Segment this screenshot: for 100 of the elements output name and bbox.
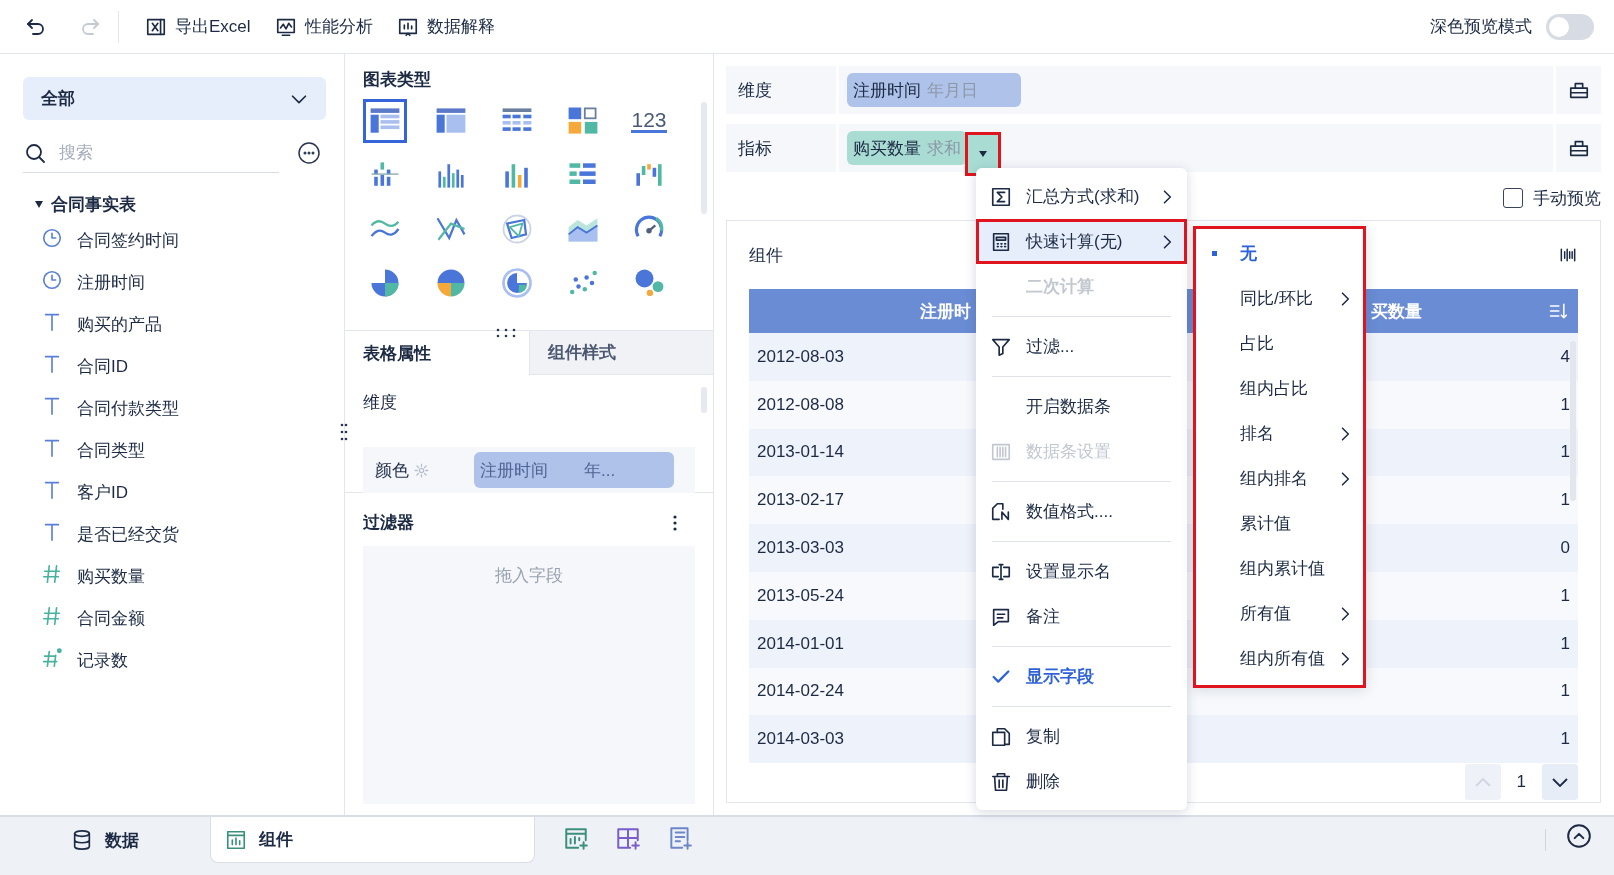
- caret-down-icon: [978, 151, 988, 157]
- number-format-icon: [990, 500, 1012, 523]
- hash-star-icon: [41, 646, 63, 669]
- chart-type-button[interactable]: 123: [627, 99, 671, 143]
- table-cell: 1: [1560, 490, 1570, 511]
- chevron-up-icon: [1474, 777, 1491, 787]
- collapse-button[interactable]: [1566, 823, 1592, 849]
- field-item[interactable]: 合同类型: [77, 438, 145, 462]
- field-item[interactable]: 注册时间: [77, 270, 145, 294]
- field-pill[interactable]: 购买数量 求和: [847, 131, 967, 165]
- dark-preview-label: 深色预览模式: [1430, 16, 1532, 38]
- table-cell: 1: [1560, 633, 1570, 654]
- checkbox[interactable]: [1503, 188, 1523, 208]
- table-cell: 2013-02-17: [757, 490, 844, 511]
- copy-icon: [990, 725, 1012, 748]
- table-cell: 1: [1560, 394, 1570, 415]
- shelf-label: 维度: [738, 79, 772, 102]
- table-name[interactable]: 合同事实表: [51, 192, 136, 216]
- menu-item[interactable]: 开启数据条: [976, 384, 1187, 429]
- card-title: 组件: [749, 244, 783, 267]
- toolbar-button[interactable]: 导出Excel: [133, 8, 263, 45]
- field-item[interactable]: 合同付款类型: [77, 396, 179, 420]
- bottom-tab[interactable]: 数据: [0, 817, 210, 863]
- field-item[interactable]: 记录数: [77, 648, 128, 672]
- table-cell: 4: [1560, 346, 1570, 367]
- tab[interactable]: 组件样式: [528, 331, 713, 375]
- table-cell: 2014-02-24: [757, 681, 844, 702]
- bar-chart-icon: [225, 828, 247, 851]
- field-item[interactable]: 客户ID: [77, 480, 128, 504]
- toolbar-button[interactable]: 性能分析: [262, 8, 385, 45]
- chevron-up-circle-icon: [1566, 823, 1592, 849]
- table-cell: 0: [1560, 538, 1570, 559]
- menu-item[interactable]: 所有值: [1196, 591, 1363, 636]
- more-button[interactable]: [297, 141, 321, 165]
- table-cell: 2012-08-08: [757, 394, 844, 415]
- table-cell: 2013-03-03: [757, 538, 844, 559]
- menu-item[interactable]: 复制: [976, 714, 1187, 759]
- table-cell: 2014-01-01: [757, 633, 844, 654]
- toolbar-button[interactable]: 数据解释: [384, 8, 507, 45]
- page-number: 1: [1516, 772, 1526, 793]
- checkbox-label: 手动预览: [1533, 187, 1601, 210]
- field-item[interactable]: 合同ID: [77, 354, 128, 378]
- section-label: 维度: [363, 392, 398, 414]
- bottom-tab[interactable]: 组件: [210, 817, 535, 863]
- clock-icon: [41, 268, 63, 291]
- drag-handle-icon[interactable]: [340, 422, 348, 442]
- chart-type-button[interactable]: [363, 99, 407, 143]
- toggle-switch[interactable]: [1546, 13, 1594, 40]
- table-cell: 2012-08-03: [757, 346, 844, 367]
- field-item[interactable]: 合同金额: [77, 606, 145, 630]
- scrollbar[interactable]: [701, 102, 707, 214]
- section-title: 图表类型: [363, 69, 432, 91]
- expand-triangle-icon[interactable]: [35, 200, 43, 208]
- clock-icon: [41, 226, 63, 249]
- add-report-button[interactable]: [667, 825, 693, 851]
- add-layout-button[interactable]: [615, 825, 641, 851]
- menu-item[interactable]: 组内累计值: [1196, 546, 1363, 591]
- menu-item[interactable]: 删除: [976, 759, 1187, 804]
- sigma-icon: [990, 185, 1012, 208]
- hash-icon: [41, 562, 63, 585]
- search-field[interactable]: 搜索: [23, 133, 279, 173]
- scope-dropdown[interactable]: 全部: [23, 77, 326, 120]
- menu-item[interactable]: 组内占比: [1196, 366, 1363, 411]
- chevron-down-icon: [1552, 777, 1568, 787]
- menu-item[interactable]: 累计值: [1196, 501, 1363, 546]
- chart-plus-icon: [563, 825, 589, 851]
- sort-icon: [1548, 301, 1568, 321]
- menu-item[interactable]: 备注: [976, 594, 1187, 639]
- page-down-button[interactable]: [1542, 764, 1578, 801]
- table-cell: 2013-01-14: [757, 442, 844, 463]
- field-item[interactable]: 购买数量: [77, 564, 145, 588]
- field-item[interactable]: 购买的产品: [77, 312, 162, 336]
- menu-item[interactable]: 无: [1196, 231, 1363, 276]
- menu-item[interactable]: 数值格式....: [976, 489, 1187, 534]
- trash-icon: [990, 770, 1012, 793]
- scrollbar[interactable]: [701, 387, 707, 413]
- menu-item[interactable]: 组内排名: [1196, 456, 1363, 501]
- more-vertical-icon[interactable]: [673, 514, 677, 531]
- menu-item[interactable]: 设置显示名: [976, 549, 1187, 594]
- menu-item[interactable]: 汇总方式(求和): [976, 174, 1187, 219]
- grid-plus-icon: [615, 825, 641, 851]
- menu-item[interactable]: 显示字段: [976, 654, 1187, 699]
- table-cell: 2013-05-24: [757, 585, 844, 606]
- section-title: 过滤器: [363, 512, 414, 534]
- table-cell: 1: [1560, 729, 1570, 750]
- field-pill[interactable]: 注册时间 年月日: [847, 73, 1021, 107]
- table-cell: 1: [1560, 585, 1570, 606]
- table-cell: 1: [1560, 442, 1570, 463]
- add-chart-button[interactable]: [563, 825, 589, 851]
- calculator-icon: [990, 230, 1012, 253]
- search-icon: [23, 141, 47, 165]
- field-item[interactable]: 合同签约时间: [77, 228, 179, 252]
- field-item[interactable]: 是否已经交货: [77, 522, 179, 546]
- table-cell: 1: [1560, 681, 1570, 702]
- hash-icon: [41, 604, 63, 627]
- shelf-label: 指标: [738, 137, 772, 160]
- database-icon: [71, 829, 93, 851]
- menu-item[interactable]: 快速计算(无): [976, 219, 1187, 264]
- menu-item[interactable]: 组内所有值: [1196, 636, 1363, 681]
- menu-item[interactable]: 排名: [1196, 411, 1363, 456]
